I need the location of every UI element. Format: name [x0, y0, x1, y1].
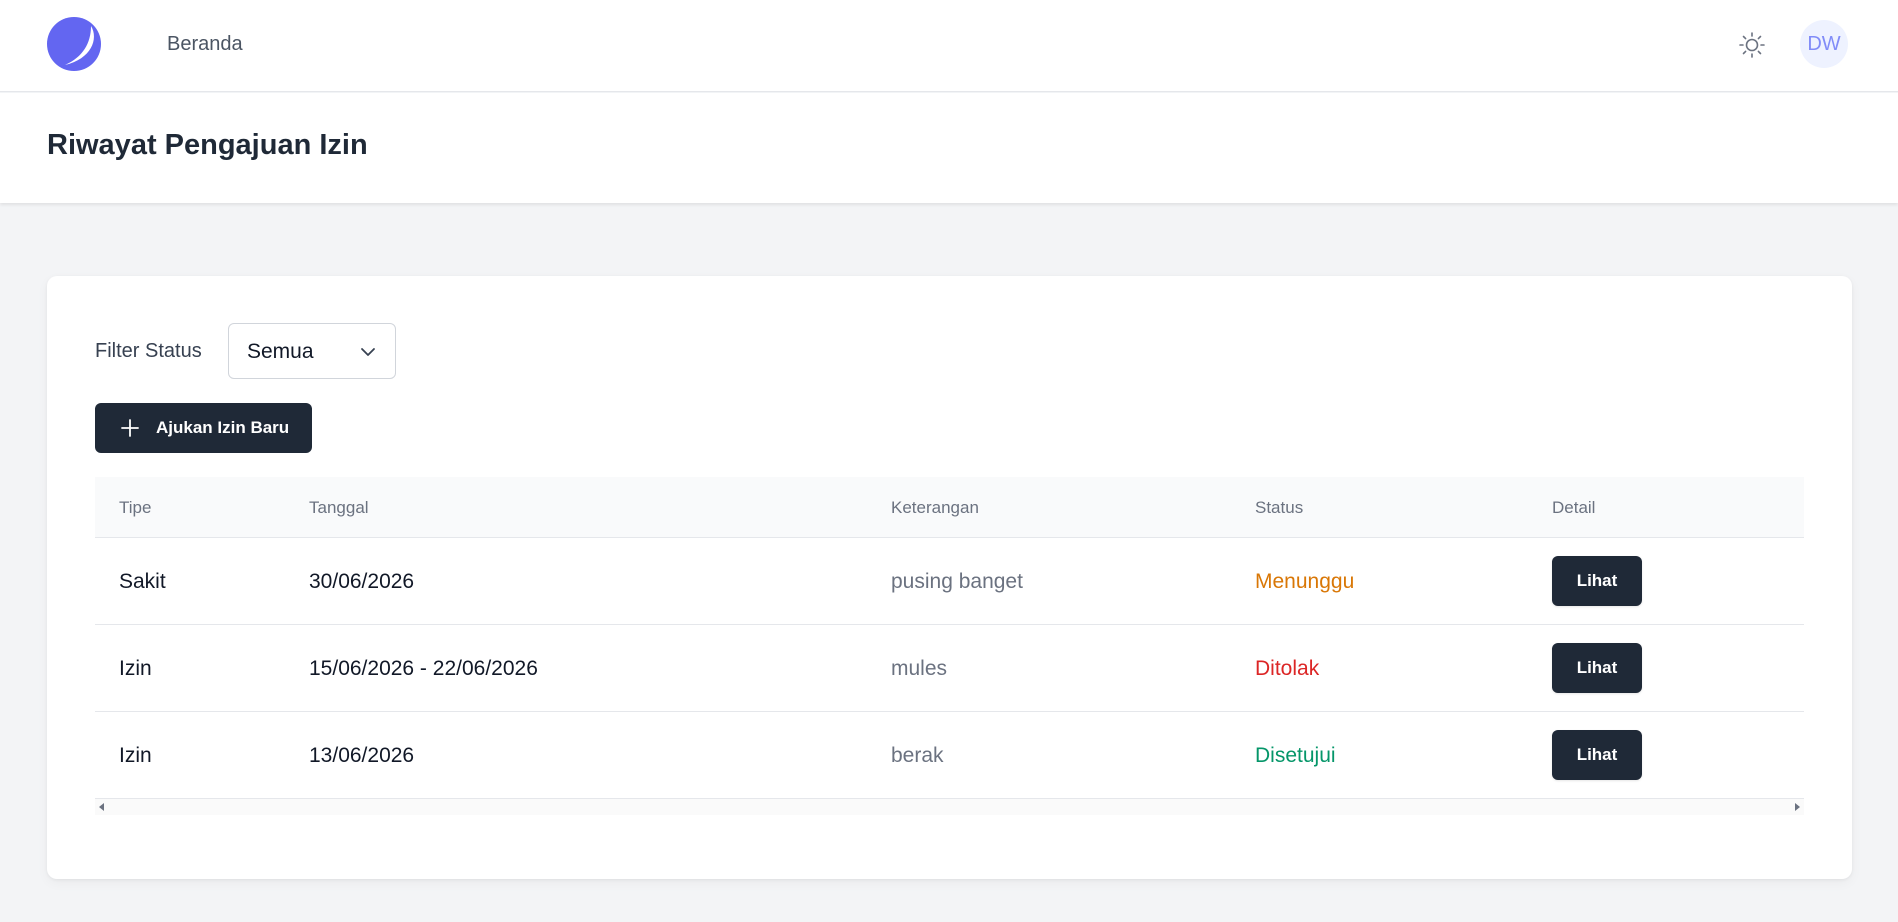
filter-status-label: Filter Status — [95, 340, 202, 362]
new-leave-request-label: Ajukan Izin Baru — [156, 418, 290, 437]
table-header: Tipe Tanggal Keterangan Status Detail — [95, 477, 1804, 538]
page-header: Riwayat Pengajuan Izin — [0, 93, 1898, 203]
cell-description: berak — [891, 744, 944, 767]
user-avatar[interactable]: DW — [1800, 20, 1848, 68]
status-badge: Disetujui — [1255, 744, 1336, 767]
page-title: Riwayat Pengajuan Izin — [47, 129, 368, 161]
leave-requests-table: Tipe Tanggal Keterangan Status Detail Sa… — [95, 477, 1804, 815]
cell-description: mules — [891, 657, 948, 680]
cell-type: Izin — [119, 744, 152, 767]
sun-icon[interactable] — [1737, 30, 1767, 60]
leave-history-card: Filter Status Semua Ajukan Izin Baru Tip… — [47, 276, 1852, 879]
status-badge: Ditolak — [1255, 657, 1320, 680]
nav-link-beranda[interactable]: Beranda — [167, 33, 243, 56]
filter-status-select[interactable]: Semua — [228, 323, 396, 379]
cell-type: Izin — [119, 657, 152, 680]
crescent-logo-icon[interactable] — [47, 17, 101, 71]
table-row: Sakit 30/06/2026 pusing banget Menunggu … — [95, 538, 1804, 625]
cell-date: 30/06/2026 — [309, 570, 415, 593]
top-navbar: Beranda DW — [0, 0, 1898, 92]
cell-date: 13/06/2026 — [309, 744, 415, 767]
view-detail-button[interactable]: Lihat — [1552, 556, 1642, 606]
plus-icon — [121, 419, 139, 437]
column-header-keterangan: Keterangan — [891, 498, 979, 517]
new-leave-request-button[interactable]: Ajukan Izin Baru — [95, 403, 312, 453]
scroll-left-arrow-icon[interactable] — [99, 803, 104, 811]
view-detail-button[interactable]: Lihat — [1552, 730, 1642, 780]
cell-date: 15/06/2026 - 22/06/2026 — [309, 657, 538, 680]
chevron-down-icon — [361, 348, 375, 356]
cell-type: Sakit — [119, 570, 166, 593]
cell-description: pusing banget — [891, 570, 1023, 593]
column-header-status: Status — [1255, 498, 1304, 517]
column-header-detail: Detail — [1552, 498, 1596, 517]
status-badge: Menunggu — [1255, 570, 1355, 593]
table-row: Izin 15/06/2026 - 22/06/2026 mules Ditol… — [95, 625, 1804, 712]
column-header-tanggal: Tanggal — [309, 498, 369, 517]
scroll-right-arrow-icon[interactable] — [1795, 803, 1800, 811]
table-row: Izin 13/06/2026 berak Disetujui Lihat — [95, 712, 1804, 799]
horizontal-scrollbar[interactable] — [95, 799, 1804, 815]
view-detail-button[interactable]: Lihat — [1552, 643, 1642, 693]
column-header-tipe: Tipe — [119, 498, 152, 517]
filter-selected-value: Semua — [247, 340, 314, 363]
